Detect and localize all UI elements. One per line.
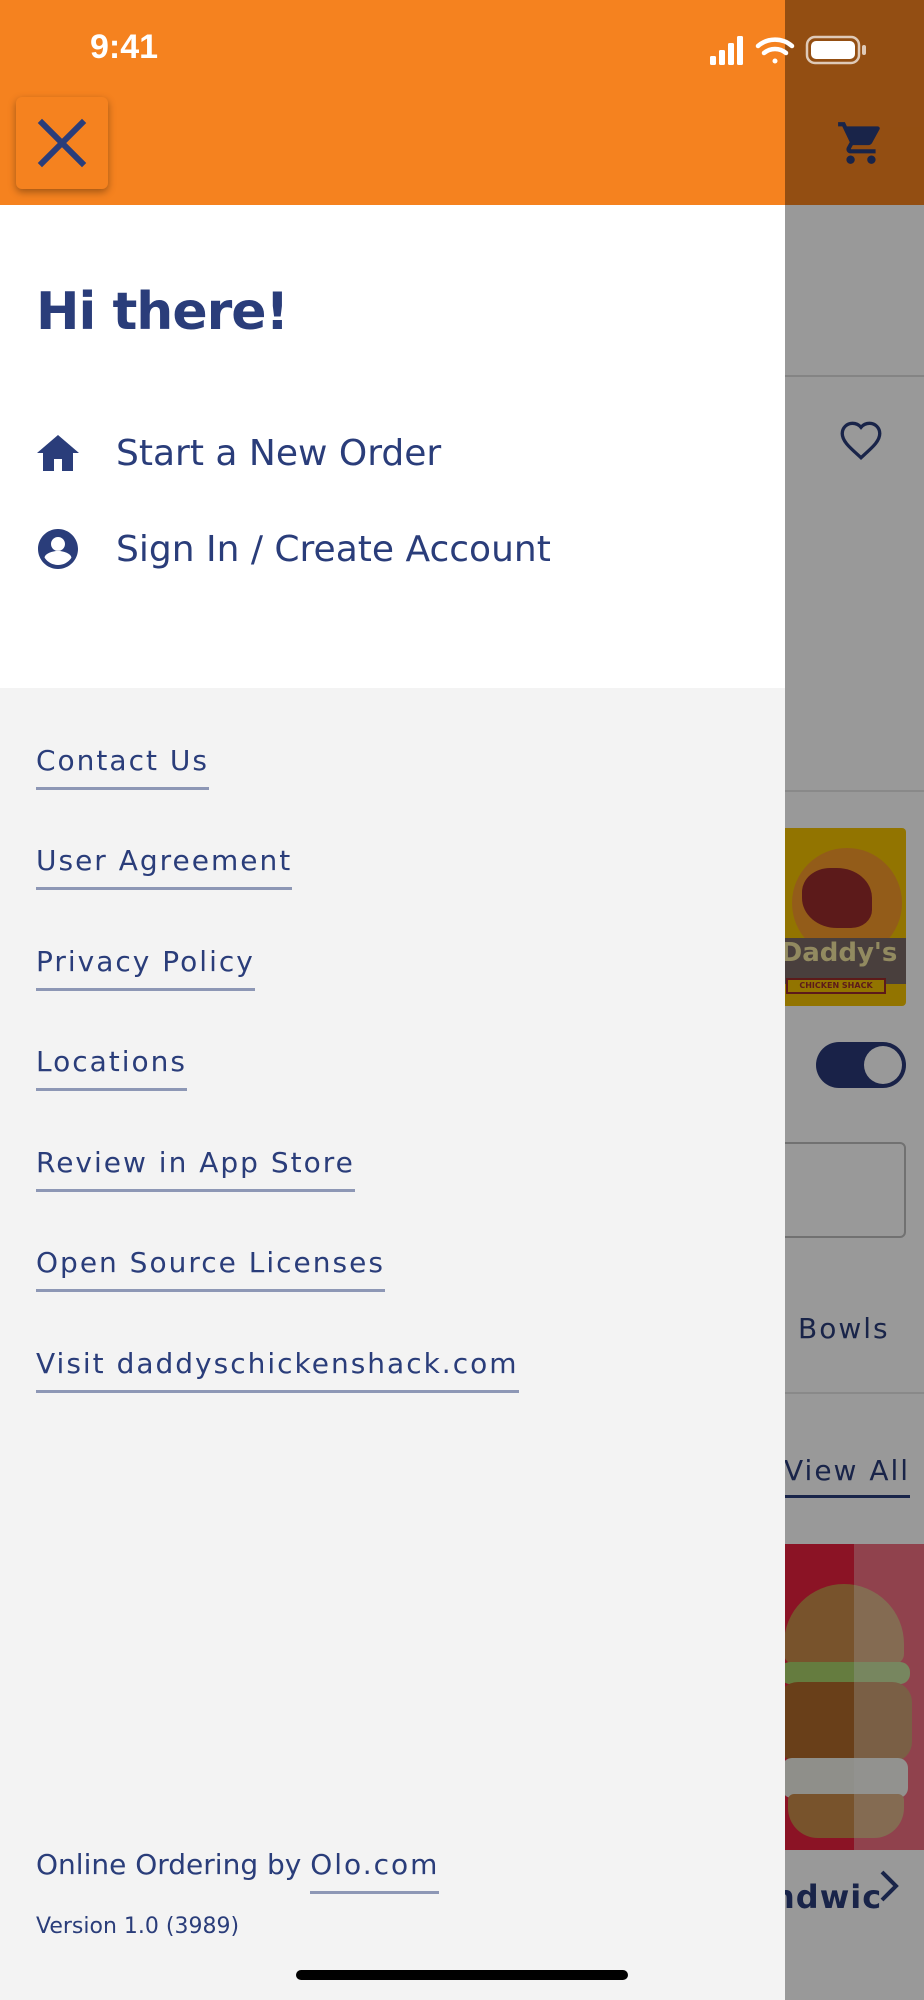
close-icon bbox=[37, 118, 87, 168]
menu-item-sign-in[interactable]: Sign In / Create Account bbox=[34, 519, 551, 579]
privacy-policy-link[interactable]: Privacy Policy bbox=[36, 945, 255, 991]
olo-link[interactable]: Olo.com bbox=[310, 1848, 440, 1894]
footer-credit-prefix: Online Ordering by bbox=[36, 1848, 311, 1881]
home-icon bbox=[34, 429, 82, 477]
side-drawer: 9:41 Hi there! Start a New Order Sign In… bbox=[0, 0, 866, 2000]
app-version: Version 1.0 (3989) bbox=[36, 1914, 240, 1939]
visit-website-link[interactable]: Visit daddyschickenshack.com bbox=[36, 1347, 519, 1393]
greeting-heading: Hi there! bbox=[36, 282, 289, 342]
review-app-store-link[interactable]: Review in App Store bbox=[36, 1146, 355, 1192]
contact-us-link[interactable]: Contact Us bbox=[36, 744, 209, 790]
footer-credit: Online Ordering by Olo.com bbox=[36, 1848, 440, 1894]
signal-icon bbox=[710, 36, 743, 65]
user-agreement-link[interactable]: User Agreement bbox=[36, 844, 293, 890]
menu-item-label: Sign In / Create Account bbox=[116, 528, 551, 570]
wifi-icon bbox=[755, 37, 795, 64]
home-indicator bbox=[296, 1970, 628, 1980]
locations-link[interactable]: Locations bbox=[36, 1045, 188, 1091]
close-button[interactable] bbox=[16, 97, 108, 189]
menu-item-start-new-order[interactable]: Start a New Order bbox=[34, 423, 441, 483]
status-icons bbox=[710, 35, 866, 65]
drawer-header: 9:41 bbox=[0, 0, 866, 205]
status-time: 9:41 bbox=[90, 28, 159, 66]
menu-item-label: Start a New Order bbox=[116, 432, 442, 474]
open-source-licenses-link[interactable]: Open Source Licenses bbox=[36, 1246, 385, 1292]
account-circle-icon bbox=[34, 525, 82, 573]
battery-icon bbox=[805, 35, 866, 65]
